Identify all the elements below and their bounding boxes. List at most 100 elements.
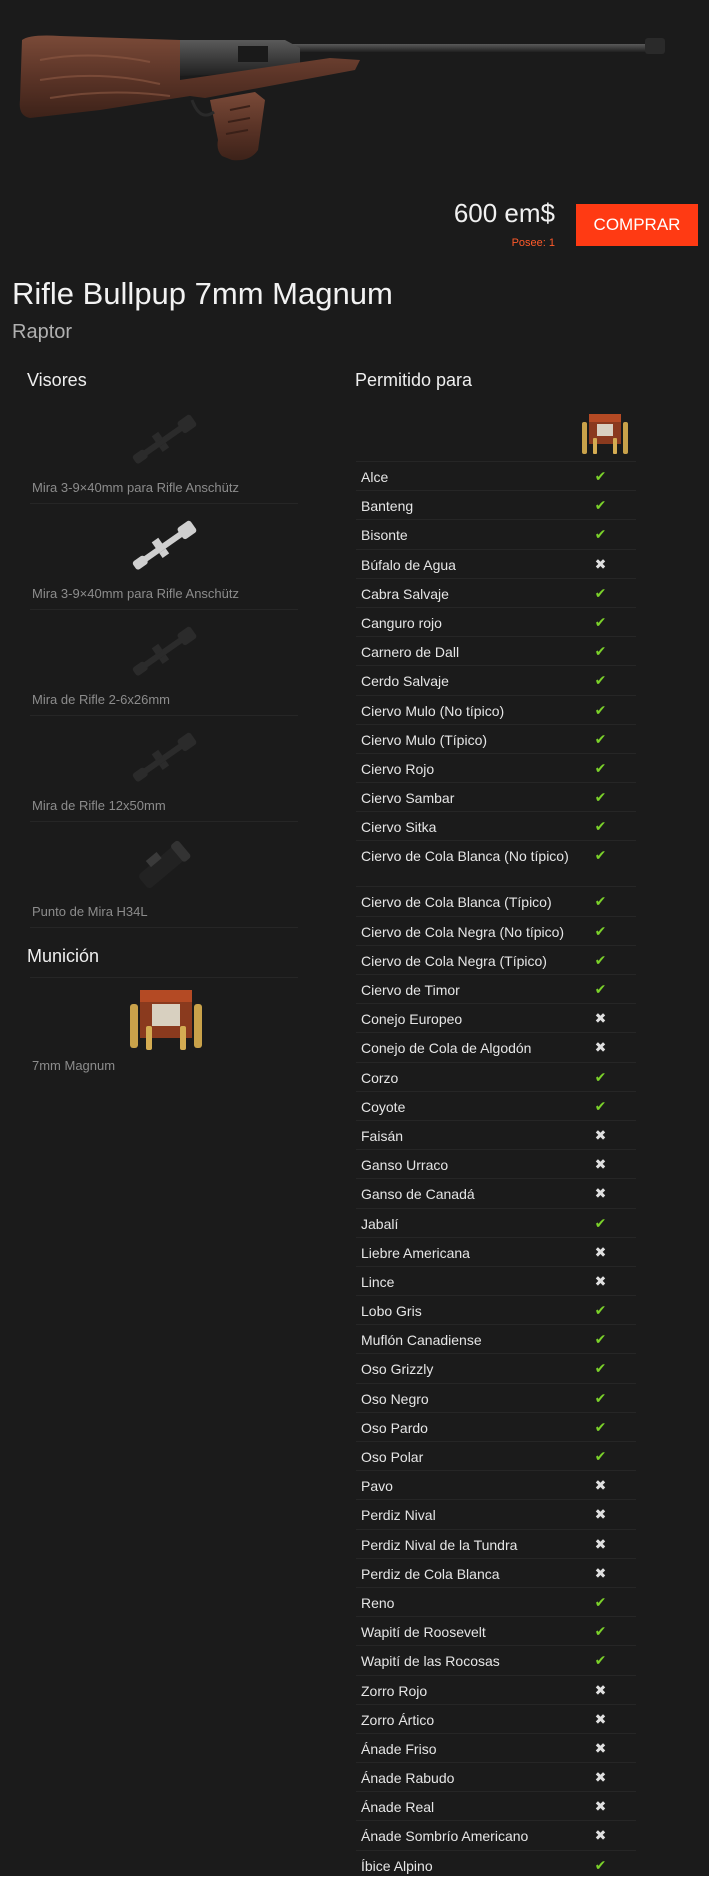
animal-row: Ciervo de Cola Blanca (No típico) ✔ [356, 840, 636, 886]
animal-name: Zorro Rojo [361, 1682, 428, 1699]
animal-name: Pavo [361, 1478, 393, 1495]
ammo-heading: Munición [27, 946, 100, 966]
animal-name: Jabalí [361, 1215, 399, 1232]
animal-row: Oso Polar ✔ [356, 1441, 636, 1470]
animal-row: Alce ✔ [356, 461, 636, 490]
animal-row: Ciervo de Cola Negra (Típico) ✔ [356, 944, 636, 974]
animal-name: Conejo de Cola de Algodón [361, 1040, 532, 1057]
animal-name: Faisán [361, 1127, 404, 1144]
scope-item[interactable]: Mira 3-9×40mm para Rifle Anschütz [30, 504, 298, 610]
animal-row: Banteng ✔ [356, 490, 636, 519]
scope-item-label: Mira 3-9×40mm para Rifle Anschütz [32, 480, 240, 495]
animal-row: Búfalo de Agua ✖ [356, 548, 636, 578]
animal-row: Bisonte ✔ [356, 519, 636, 548]
animal-row: Ciervo de Cola Blanca (Típico) ✔ [356, 886, 636, 915]
scope-icon [132, 732, 197, 782]
cross-icon: ✖ [594, 1798, 607, 1815]
animal-row: Jabalí ✔ [356, 1207, 636, 1237]
animal-name: Ciervo de Cola Negra (No típico) [361, 923, 565, 940]
check-icon: ✔ [594, 1302, 607, 1319]
check-icon: ✔ [594, 818, 607, 835]
animal-name: Cabra Salvaje [361, 585, 449, 602]
check-icon: ✔ [594, 847, 607, 864]
animal-name: Ciervo Mulo (Típico) [361, 731, 488, 748]
animal-row: Ciervo Mulo (No típico) ✔ [356, 694, 636, 724]
cross-icon: ✖ [594, 1506, 607, 1523]
animal-row: Corzo ✔ [356, 1061, 636, 1091]
check-icon: ✔ [594, 1331, 607, 1348]
scope-item[interactable]: Mira 3-9×40mm para Rifle Anschütz [30, 398, 298, 504]
animal-name: Ciervo Mulo (No típico) [361, 702, 505, 719]
scope-item[interactable]: Mira de Rifle 2-6x26mm [30, 610, 298, 716]
check-icon: ✔ [594, 922, 607, 939]
animal-name: Oso Pardo [361, 1419, 428, 1436]
scope-item-label: Mira de Rifle 2-6x26mm [32, 692, 170, 707]
scope-item-label: Punto de Mira H34L [32, 904, 148, 919]
buy-button[interactable]: COMPRAR [576, 204, 698, 246]
animal-name: Ánade Sombrío Americano [361, 1828, 529, 1845]
animal-name: Ciervo de Cola Blanca (Típico) [361, 894, 552, 911]
animal-name: Alce [361, 469, 389, 485]
animal-name: Banteng [361, 498, 414, 515]
check-icon: ✔ [594, 893, 607, 910]
cross-icon: ✖ [594, 1010, 607, 1027]
cross-icon: ✖ [594, 1827, 607, 1844]
animal-row: Reno ✔ [356, 1586, 636, 1616]
animal-name: Ciervo de Cola Blanca (No típico) [361, 848, 569, 865]
cross-icon: ✖ [594, 1739, 607, 1756]
animal-name: Carnero de Dall [361, 644, 460, 661]
check-icon: ✔ [594, 584, 607, 601]
check-icon: ✔ [594, 789, 607, 806]
animal-row: Lobo Gris ✔ [356, 1295, 636, 1324]
check-icon: ✔ [594, 643, 607, 660]
animal-row: Oso Negro ✔ [356, 1382, 636, 1412]
ammo-box-icon [582, 414, 628, 454]
animal-name: Perdiz Nival [361, 1507, 436, 1524]
animal-row: Perdiz Nival ✖ [356, 1499, 636, 1528]
scope-item-label: Mira 3-9×40mm para Rifle Anschütz [32, 586, 240, 601]
animal-name: Reno [361, 1594, 395, 1611]
scope-item[interactable]: Mira de Rifle 12x50mm [30, 716, 298, 822]
check-icon: ✔ [594, 1068, 607, 1085]
ammo-box-icon [130, 990, 202, 1050]
animal-name: Corzo [361, 1069, 399, 1086]
ammo-item[interactable]: 7mm Magnum [30, 977, 298, 1083]
cross-icon: ✖ [594, 1156, 607, 1173]
check-icon: ✔ [594, 1623, 607, 1640]
scope-item[interactable]: Punto de Mira H34L [30, 822, 298, 928]
animal-row: Canguro rojo ✔ [356, 606, 636, 636]
allowed-animals-list: Alce ✔ Banteng ✔ Bisonte ✔ Búfalo de Agua ✖ Cabr… [356, 461, 636, 1879]
cross-icon: ✖ [594, 1243, 607, 1260]
animal-name: Ánade Real [361, 1799, 435, 1816]
brand-name: Raptor [12, 321, 73, 343]
animal-name: Ciervo Sitka [361, 819, 437, 836]
animal-name: Ciervo Sambar [361, 790, 455, 807]
price: 600 em$ [453, 198, 555, 228]
scope-icon [132, 414, 197, 464]
check-icon: ✔ [594, 1593, 607, 1610]
animal-row: Ánade Rabudo ✖ [356, 1762, 636, 1791]
animal-row: Liebre Americana ✖ [356, 1236, 636, 1266]
animal-row: Lince ✖ [356, 1265, 636, 1295]
cross-icon: ✖ [594, 1039, 607, 1056]
cross-icon: ✖ [594, 1185, 607, 1202]
animal-name: Conejo Europeo [361, 1011, 463, 1028]
check-icon: ✔ [594, 759, 607, 776]
rifle-image [0, 0, 709, 195]
cross-icon: ✖ [594, 1535, 607, 1552]
animal-row: Muflón Canadiense ✔ [356, 1324, 636, 1353]
animal-row: Cabra Salvaje ✔ [356, 577, 636, 607]
animal-name: Ciervo Rojo [361, 760, 435, 777]
check-icon: ✔ [594, 1389, 607, 1406]
animal-name: Coyote [361, 1098, 406, 1115]
rifle-icon [19, 35, 665, 161]
animal-name: Lince [361, 1273, 395, 1290]
page-title: Rifle Bullpup 7mm Magnum [12, 276, 393, 311]
animal-row: Coyote ✔ [356, 1090, 636, 1120]
animal-row: Faisán ✖ [356, 1119, 636, 1149]
animal-name: Cerdo Salvaje [361, 673, 449, 690]
owned-count: Posee: 1 [511, 237, 555, 249]
animal-name: Íbice Alpino [361, 1857, 433, 1874]
check-icon: ✔ [594, 1418, 607, 1435]
check-icon: ✔ [594, 701, 607, 718]
